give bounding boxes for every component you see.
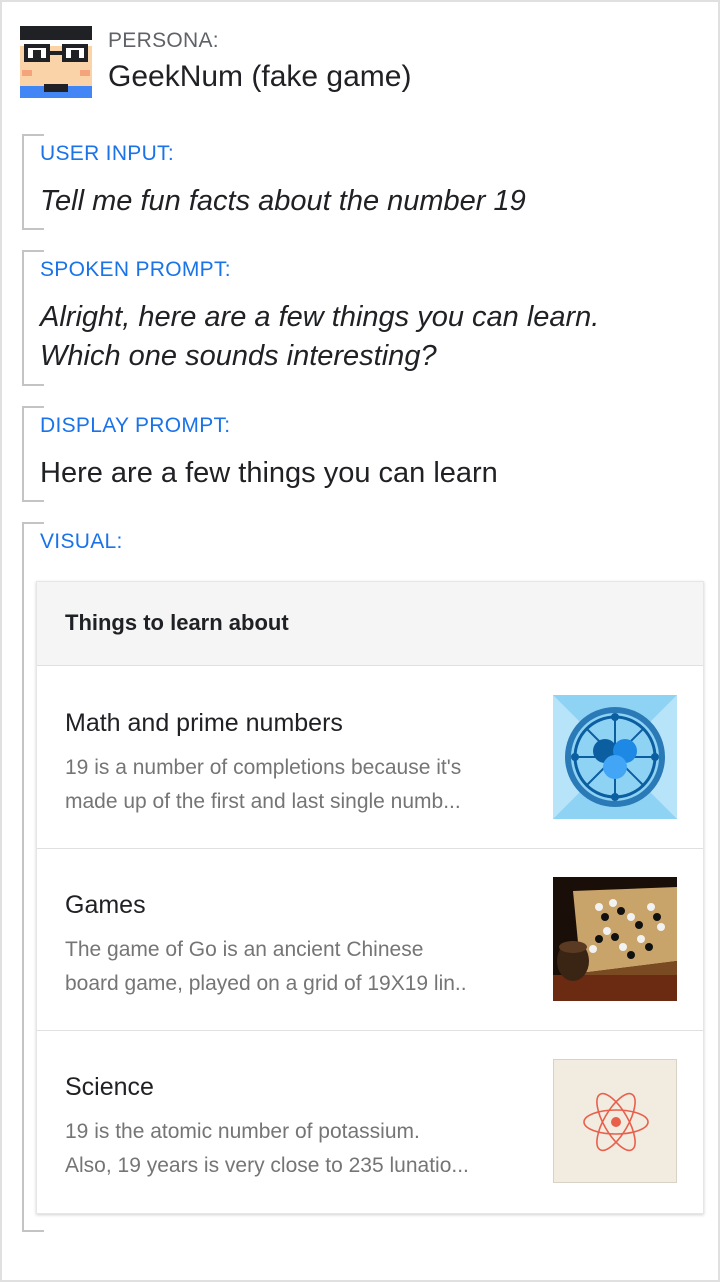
list-item-title: Games (65, 891, 146, 919)
spoken-prompt-line-1: Alright, here are a few things you can l… (40, 301, 600, 333)
spoken-prompt-line-2: Which one sounds interesting? (40, 340, 437, 372)
persona-header: PERSONA: GeekNum (fake game) (20, 26, 700, 98)
visual-label: VISUAL: (40, 530, 123, 553)
go-board-thumbnail-icon (553, 877, 677, 1001)
user-input-text: Tell me fun facts about the number 19 (40, 185, 526, 217)
user-input-label: USER INPUT: (40, 142, 174, 165)
list-item-title: Science (65, 1073, 154, 1101)
list-item-description-line-1: 19 is the atomic number of potassium. (65, 1120, 420, 1143)
spoken-prompt-section: SPOKEN PROMPT: Alright, here are a few t… (20, 250, 700, 386)
list-item-description: 19 is the atomic number of potassium. Al… (65, 1115, 535, 1183)
list-item-title: Math and prime numbers (65, 709, 343, 737)
math-thumbnail-icon (553, 695, 677, 819)
list-item-description-line-1: The game of Go is an ancient Chinese (65, 938, 424, 961)
display-prompt-text: Here are a few things you can learn (40, 457, 498, 489)
list-item-description-line-2: board game, played on a grid of 19X19 li… (65, 972, 467, 995)
list-item-description: The game of Go is an ancient Chinese boa… (65, 933, 535, 1001)
card-title: Things to learn about (65, 610, 289, 635)
list-item-description: 19 is a number of completions because it… (65, 751, 535, 819)
list-item-science[interactable]: Science 19 is the atomic number of potas… (37, 1031, 703, 1213)
display-prompt-label: DISPLAY PROMPT: (40, 414, 231, 437)
list-item-description-line-2: Also, 19 years is very close to 235 luna… (65, 1154, 469, 1177)
display-prompt-section: DISPLAY PROMPT: Here are a few things yo… (20, 406, 700, 502)
card-header: Things to learn about (37, 582, 703, 666)
list-item-description-line-2: made up of the first and last single num… (65, 790, 461, 813)
list-item-games[interactable]: Games The game of Go is an ancient Chine… (37, 849, 703, 1031)
atom-thumbnail-icon (553, 1059, 677, 1183)
list-card: Things to learn about Math and prime num… (36, 581, 704, 1214)
persona-label: PERSONA: (108, 29, 219, 52)
persona-name: GeekNum (fake game) (108, 60, 412, 93)
persona-avatar (20, 26, 92, 98)
list-item-description-line-1: 19 is a number of completions because it… (65, 756, 462, 779)
user-input-section: USER INPUT: Tell me fun facts about the … (20, 134, 700, 230)
spoken-prompt-label: SPOKEN PROMPT: (40, 258, 231, 281)
list-item-math[interactable]: Math and prime numbers 19 is a number of… (37, 667, 703, 849)
